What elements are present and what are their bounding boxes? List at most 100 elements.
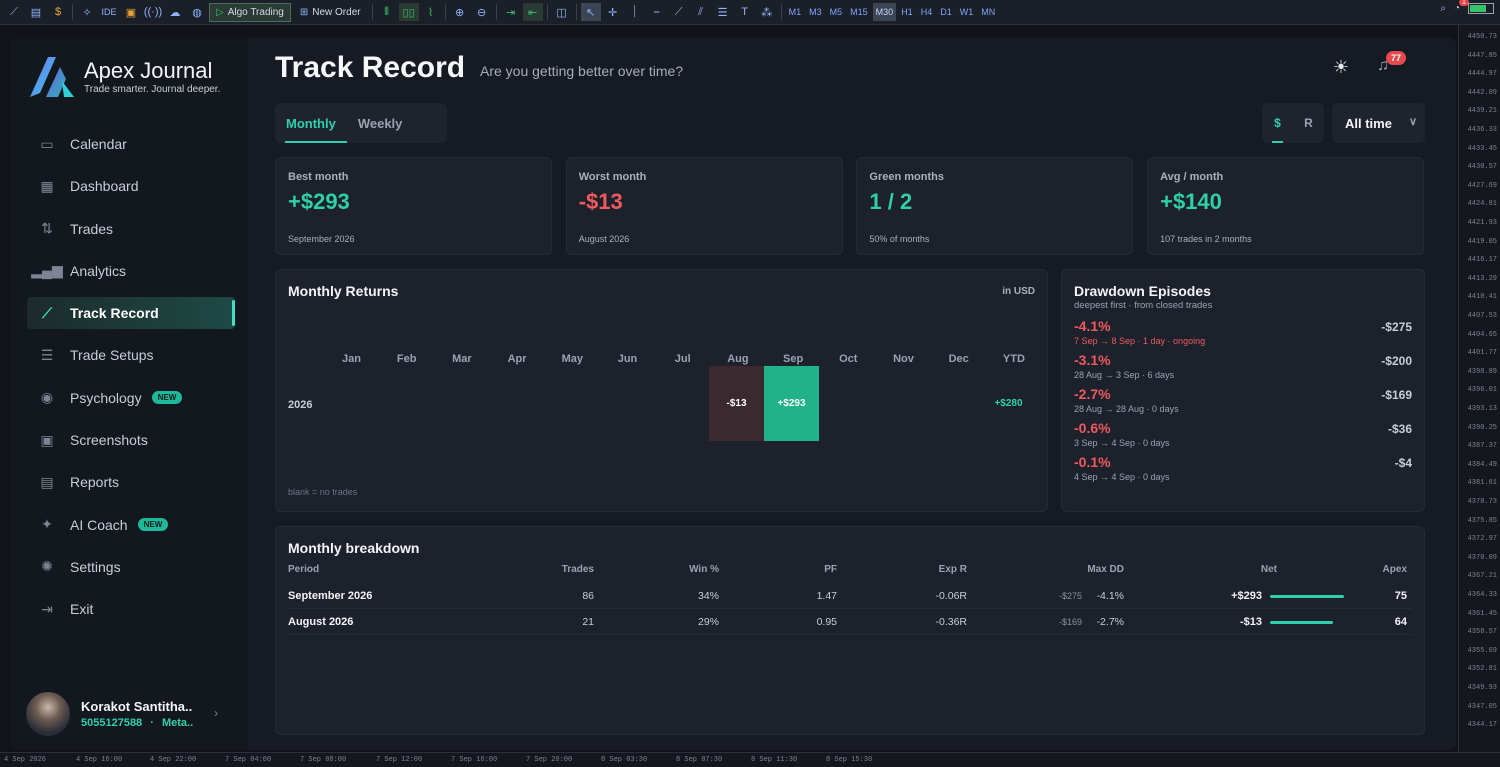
tab-monthly[interactable]: Monthly xyxy=(275,103,347,143)
sidebar-item-analytics[interactable]: ▂▄▆ Analytics xyxy=(27,255,235,287)
stat-label: Worst month xyxy=(578,171,647,183)
dollar-icon[interactable]: $ xyxy=(48,3,68,21)
bar-chart-icon[interactable]: ⫴ xyxy=(377,3,397,21)
text-icon[interactable]: T xyxy=(735,3,755,21)
row-period[interactable]: September 2026 xyxy=(288,590,372,602)
price-tick: 4413.29 xyxy=(1467,274,1497,283)
sidebar-item-trade-setups[interactable]: ☰ Trade Setups xyxy=(27,339,235,371)
lock-icon[interactable]: ▣ xyxy=(121,3,141,21)
row-period[interactable]: August 2026 xyxy=(288,616,353,628)
timeframe-m30[interactable]: M30 xyxy=(872,3,897,21)
brand-tagline: Trade smarter. Journal deeper. xyxy=(84,84,221,95)
sidebar-item-reports[interactable]: ▤ Reports xyxy=(27,466,235,498)
column-header: Max DD xyxy=(1087,564,1124,575)
timeframe-mn[interactable]: MN xyxy=(978,3,998,21)
user-profile[interactable]: Korakot Santitha.. 5055127588 · Meta.. › xyxy=(26,692,226,736)
horizontal-line-icon[interactable]: ⎯ xyxy=(647,3,667,21)
row-trades: 86 xyxy=(582,590,594,602)
timeframe-w1[interactable]: W1 xyxy=(957,3,977,21)
sidebar-item-psychology[interactable]: ◉ Psychology NEW xyxy=(27,382,235,414)
time-tick: 8 Sep 11:30 xyxy=(751,756,798,764)
drawdown-amount: -$4 xyxy=(1394,456,1412,470)
shapes-icon[interactable]: ⁂ xyxy=(757,3,777,21)
time-tick: 4 Sep 16:00 xyxy=(76,756,123,764)
stat-card-green-months: Green months 1 / 2 50% of months xyxy=(856,157,1134,255)
chart-shift-icon[interactable]: ⇥ xyxy=(501,3,521,21)
trades-icon: ⇅ xyxy=(41,220,53,237)
price-tick: 4396.01 xyxy=(1467,386,1497,395)
signal-icon[interactable]: ((·)) xyxy=(143,3,163,21)
timeframe-m5[interactable]: M5 xyxy=(827,3,846,21)
time-axis: 4 Sep 2026 4 Sep 16:00 4 Sep 22:00 7 Sep 04… xyxy=(0,752,1500,767)
row-max-dd-percent: -2.7% xyxy=(1096,616,1124,628)
toolbar-divider xyxy=(495,4,497,20)
price-tick: 4358.57 xyxy=(1467,628,1497,637)
channel-icon[interactable]: ⫽ xyxy=(691,3,711,21)
notifications-icon[interactable]: ◔ 1 xyxy=(1454,0,1469,14)
sidebar-item-screenshots[interactable]: ▣ Screenshots xyxy=(27,424,235,456)
algo-trading-button[interactable]: ▷ Algo Trading xyxy=(209,2,291,22)
timeframe-h4[interactable]: H4 xyxy=(918,3,936,21)
autoscroll-icon[interactable]: ⇤ xyxy=(522,3,543,21)
crosshair-icon[interactable]: ✛ xyxy=(603,3,623,21)
stat-label: Green months xyxy=(869,171,944,183)
new-badge: NEW xyxy=(137,518,169,532)
price-tick: 4398.89 xyxy=(1467,367,1497,376)
zoom-out-icon[interactable]: ⊖ xyxy=(472,3,492,21)
unit-dollar-button[interactable]: $ xyxy=(1262,103,1293,143)
timeframe-m3[interactable]: M3 xyxy=(806,3,825,21)
sidebar-item-track-record[interactable]: ⟋ Track Record xyxy=(27,297,235,330)
fibonacci-icon[interactable]: ☰ xyxy=(713,3,733,21)
price-tick: 4381.61 xyxy=(1467,479,1497,488)
sidebar-item-trades[interactable]: ⇅ Trades xyxy=(27,213,235,245)
drawdown-item[interactable]: -0.1% -$4 4 Sep → 4 Sep · 0 days xyxy=(1074,454,1412,488)
tab-weekly[interactable]: Weekly xyxy=(347,103,414,143)
drawdown-item[interactable]: -4.1% -$275 7 Sep → 8 Sep · 1 day · ongoin… xyxy=(1074,318,1412,352)
line-icon[interactable]: ⌇ xyxy=(421,3,441,21)
timeframe-m1[interactable]: M1 xyxy=(786,3,805,21)
experts-icon[interactable]: ✧ xyxy=(77,3,97,21)
screenshot-icon[interactable]: ◫ xyxy=(552,3,572,21)
track-record-icon: ⟋ xyxy=(42,304,52,321)
globe-icon[interactable]: ◍ xyxy=(187,3,207,21)
drawdown-amount: -$36 xyxy=(1387,422,1412,436)
price-tick: 4364.33 xyxy=(1467,591,1497,599)
unit-r-button[interactable]: R xyxy=(1293,103,1324,143)
theme-toggle-sun-icon[interactable]: ☀ xyxy=(1330,57,1352,79)
new-order-button[interactable]: ⊞ New Order xyxy=(293,3,368,22)
drawdown-item[interactable]: -0.6% -$36 3 Sep → 4 Sep · 0 days xyxy=(1074,420,1412,454)
timeframe-d1[interactable]: D1 xyxy=(937,3,955,21)
heatmap-cell[interactable]: -$13 xyxy=(709,366,764,441)
search-icon[interactable]: ⌕ xyxy=(1440,3,1446,14)
timeframe-h1[interactable]: H1 xyxy=(898,3,916,21)
cursor-icon[interactable]: ↖ xyxy=(580,3,601,21)
sidebar-item-settings[interactable]: ✺ Settings xyxy=(27,551,235,583)
sidebar-item-ai-coach[interactable]: ✦ AI Coach NEW xyxy=(27,509,235,541)
drawdown-item[interactable]: -2.7% -$169 28 Aug → 28 Aug · 0 days xyxy=(1074,386,1412,420)
stat-card-avg-month: Avg / month +$140 107 trades in 2 months xyxy=(1147,157,1425,255)
page-title: Track Record xyxy=(275,51,466,84)
trendline-icon[interactable]: ⟋ xyxy=(669,3,689,21)
ide-icon[interactable]: IDE xyxy=(99,3,119,21)
zoom-in-icon[interactable]: ⊕ xyxy=(450,3,470,21)
chart-window-icon[interactable]: ▤ xyxy=(26,3,46,21)
drawdown-item[interactable]: -3.1% -$200 28 Aug → 3 Sep · 6 days xyxy=(1074,352,1412,386)
line-chart-icon[interactable]: ⟋ xyxy=(4,3,24,21)
cloud-icon[interactable]: ☁ xyxy=(165,3,185,21)
drawdown-meta: 28 Aug → 28 Aug · 0 days xyxy=(1074,404,1179,414)
stat-card-best-month: Best month +$293 September 2026 xyxy=(275,157,552,255)
stat-label: Avg / month xyxy=(1160,171,1224,183)
price-tick: 4444.97 xyxy=(1467,70,1497,79)
sidebar-item-calendar[interactable]: ▭ Calendar xyxy=(27,128,235,160)
terminal-toolbar: ⟋ ▤ $ ✧ IDE ▣ ((·)) ☁ ◍ ▷ Algo Trading ⊞… xyxy=(0,0,1500,25)
time-tick: 7 Sep 04:00 xyxy=(225,756,272,764)
heatmap-cell[interactable]: +$293 xyxy=(764,366,819,441)
vertical-line-icon[interactable]: ⏐ xyxy=(625,3,645,21)
price-tick: 4384.49 xyxy=(1467,460,1497,469)
sidebar-item-dashboard[interactable]: ▦ Dashboard xyxy=(27,170,235,202)
timeframe-m15[interactable]: M15 xyxy=(847,3,871,21)
candlestick-icon[interactable]: ▯▯ xyxy=(398,3,419,21)
range-select[interactable]: All time ∨ xyxy=(1332,103,1425,143)
psychology-icon: ◉ xyxy=(40,389,54,406)
sidebar-item-exit[interactable]: ⇥ Exit xyxy=(27,593,235,625)
